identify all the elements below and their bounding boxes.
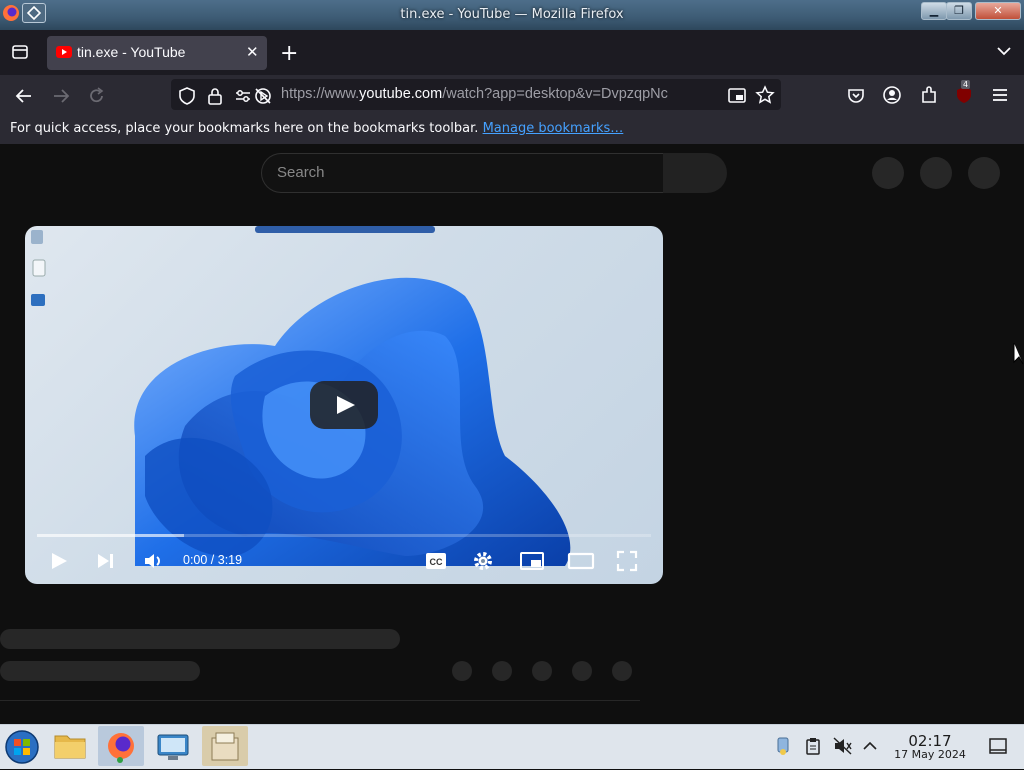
tracking-protection-shield-icon[interactable] <box>178 86 196 106</box>
notifications-button[interactable] <box>920 157 952 189</box>
video-player[interactable]: 0:00 / 3:19 CC <box>25 226 663 584</box>
taskbar-archive[interactable] <box>202 726 248 766</box>
play-overlay-button[interactable] <box>310 381 378 429</box>
volume-muted-tray-icon[interactable] <box>833 737 853 755</box>
action-skeleton <box>452 661 472 681</box>
action-skeleton <box>612 661 632 681</box>
clipboard-tray-icon[interactable] <box>805 737 821 755</box>
bookmark-star-icon[interactable] <box>755 85 775 105</box>
start-button[interactable] <box>0 726 46 766</box>
permissions-icon[interactable] <box>234 87 252 105</box>
window-title: tin.exe - YouTube — Mozilla Firefox <box>400 7 624 22</box>
minimize-button[interactable]: ▁ <box>921 2 947 20</box>
ublock-extension-button[interactable]: 4 <box>955 80 973 104</box>
autoplay-blocked-icon[interactable] <box>253 86 273 106</box>
divider <box>0 700 640 701</box>
youtube-icon <box>56 46 72 58</box>
search-placeholder: Search <box>277 164 325 181</box>
hamburger-menu-icon[interactable] <box>991 87 1009 103</box>
tray-expand-icon[interactable] <box>862 739 878 751</box>
tab-youtube[interactable]: tin.exe - YouTube ✕ <box>47 36 267 70</box>
archive-icon <box>211 732 239 761</box>
play-icon <box>337 396 355 414</box>
title-skeleton <box>0 629 400 649</box>
clock-date[interactable]: 17 May 2024 <box>880 748 980 761</box>
start-orb-icon <box>5 730 39 764</box>
folder-icon <box>54 735 86 759</box>
taskbar-firefox[interactable] <box>98 726 144 766</box>
list-all-tabs-icon[interactable] <box>996 45 1012 57</box>
firefox-view-icon[interactable] <box>11 43 29 61</box>
play-button[interactable] <box>49 551 69 571</box>
captions-icon[interactable]: CC <box>425 551 447 571</box>
manage-bookmarks-link[interactable]: Manage bookmarks… <box>483 121 624 136</box>
bookmarks-message-text: For quick access, place your bookmarks h… <box>10 121 483 136</box>
time-display: 0:00 / 3:19 <box>183 553 243 567</box>
action-skeleton <box>572 661 592 681</box>
close-window-button[interactable]: ✕ <box>975 2 1021 20</box>
url-prefix: https://www. <box>281 86 360 102</box>
settings-gear-icon[interactable] <box>472 550 494 572</box>
extension-badge: 4 <box>961 80 971 89</box>
remote-desktop-icon <box>157 734 189 760</box>
tab-label: tin.exe - YouTube <box>77 44 186 60</box>
show-desktop-icon[interactable] <box>988 737 1008 755</box>
miniplayer-icon[interactable] <box>519 550 545 572</box>
new-tab-button[interactable]: + <box>280 41 298 66</box>
taskbar-remote-desktop[interactable] <box>150 726 196 766</box>
progress-bar[interactable] <box>37 534 651 537</box>
action-skeleton <box>492 661 512 681</box>
mouse-cursor-icon <box>1013 343 1024 365</box>
window-titlebar: tin.exe - YouTube — Mozilla Firefox ▁ ❐ … <box>0 0 1024 30</box>
reload-icon[interactable] <box>87 86 107 106</box>
fullscreen-icon[interactable] <box>615 549 639 573</box>
lock-icon[interactable] <box>206 86 224 106</box>
svg-text:CC: CC <box>430 557 443 567</box>
extensions-icon[interactable] <box>919 85 939 105</box>
search-button[interactable] <box>663 153 727 193</box>
bookmarks-empty-message: For quick access, place your bookmarks h… <box>10 121 623 136</box>
theater-mode-icon[interactable] <box>567 551 595 571</box>
url-host: youtube.com <box>359 86 443 102</box>
action-skeleton <box>532 661 552 681</box>
progress-loaded <box>37 534 184 537</box>
close-tab-icon[interactable]: ✕ <box>246 43 259 61</box>
network-tray-icon[interactable] <box>774 736 792 756</box>
taskbar-file-manager[interactable] <box>47 726 93 766</box>
pocket-icon[interactable] <box>846 86 866 106</box>
url-path: /watch?app=desktop&v=DvpzqpNc <box>442 86 668 102</box>
forward-icon[interactable] <box>51 87 71 105</box>
create-button[interactable] <box>872 157 904 189</box>
next-button[interactable] <box>96 551 116 571</box>
volume-icon[interactable] <box>142 550 164 572</box>
url-text[interactable]: https://www.youtube.com/watch?app=deskto… <box>281 86 716 102</box>
back-icon[interactable] <box>14 87 34 105</box>
avatar[interactable] <box>968 157 1000 189</box>
maximize-button[interactable]: ❐ <box>946 2 972 20</box>
picture-in-picture-icon[interactable] <box>727 86 747 106</box>
channel-skeleton <box>0 661 200 681</box>
firefox-icon <box>108 733 134 763</box>
account-icon[interactable] <box>882 85 902 105</box>
